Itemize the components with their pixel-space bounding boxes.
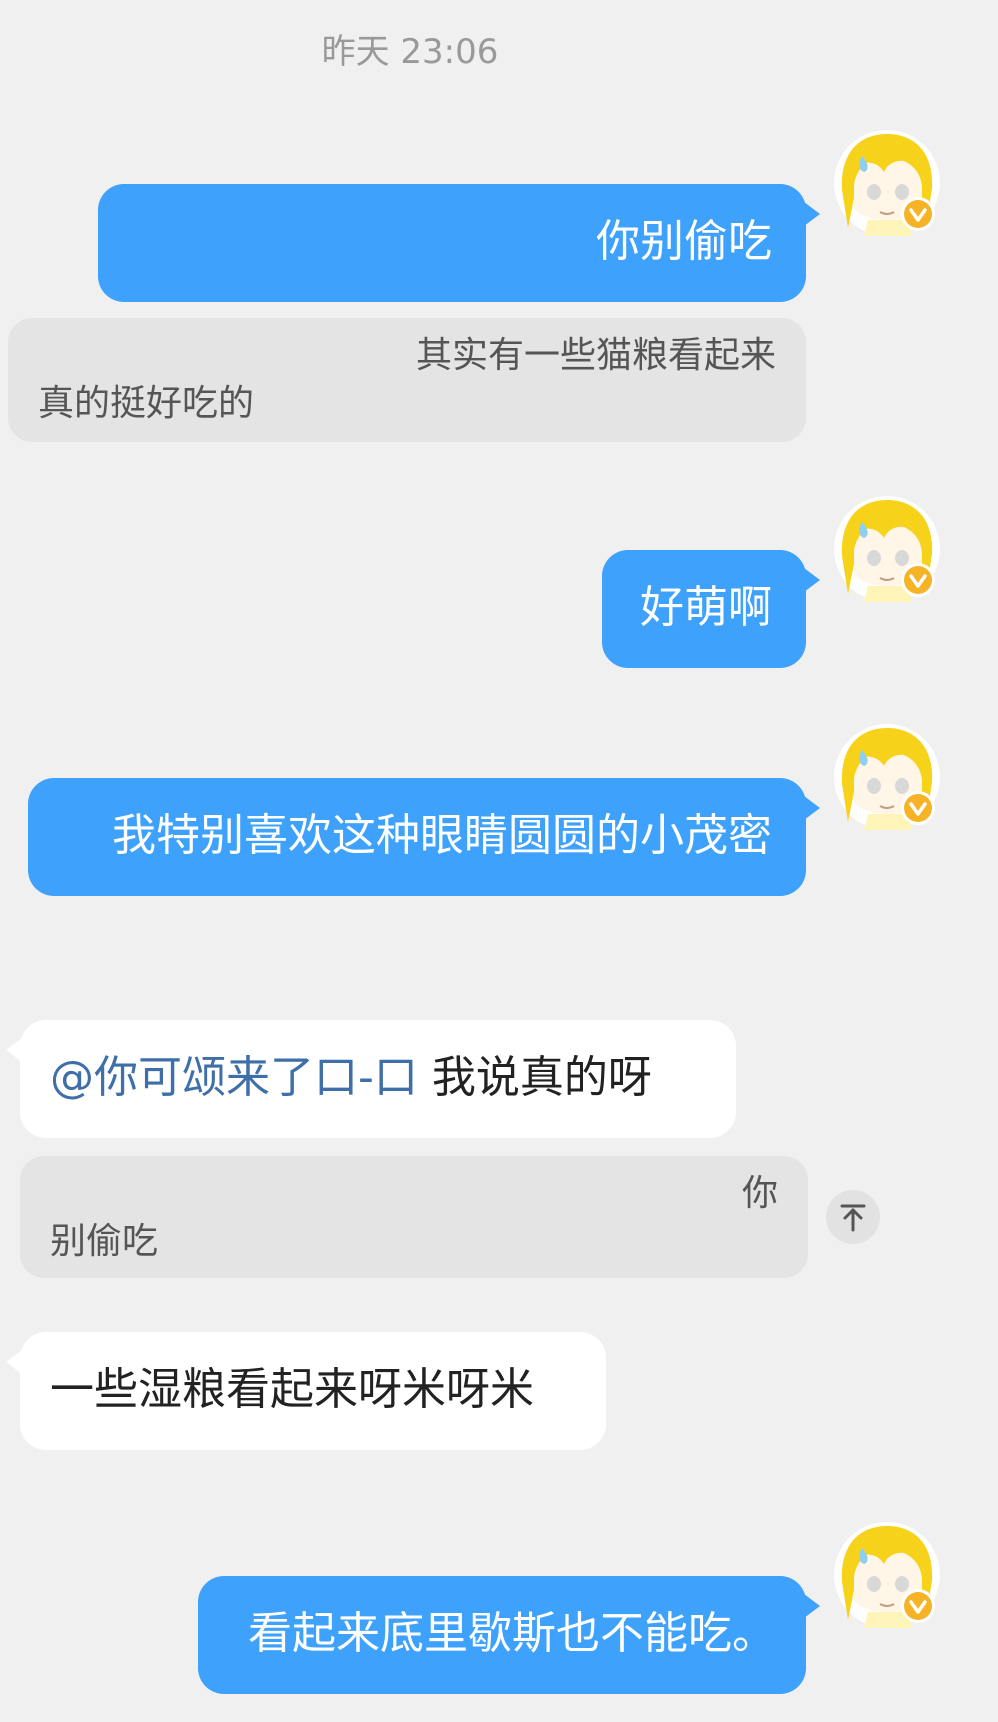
outgoing-message-bubble[interactable]: 看起来底里歇斯也不能吃。	[198, 1576, 820, 1694]
avatar-icon[interactable]	[832, 494, 942, 604]
message-text: 看起来底里歇斯也不能吃。	[248, 1608, 776, 1659]
avatar-icon[interactable]	[832, 1520, 942, 1630]
message-text: 好萌啊	[640, 582, 772, 633]
quoted-text-line: 你	[741, 1173, 778, 1214]
message-text: 我特别喜欢这种眼睛圆圆的小茂密	[112, 810, 772, 861]
avatar-icon[interactable]	[832, 722, 942, 832]
outgoing-message-bubble[interactable]: 我特别喜欢这种眼睛圆圆的小茂密	[28, 778, 820, 896]
outgoing-message-bubble[interactable]: 好萌啊	[602, 550, 820, 668]
message-text: 一些湿粮看起来呀米呀米	[50, 1364, 534, 1415]
quoted-text-line: 其实有一些猫粮看起来	[415, 335, 776, 376]
timestamp: 昨天 23:06	[321, 32, 499, 72]
scroll-to-top-button[interactable]	[826, 1190, 880, 1244]
avatar-icon[interactable]	[832, 128, 942, 238]
message-text: 你别偷吃	[596, 216, 772, 267]
quoted-message[interactable]: 你 别偷吃	[20, 1156, 808, 1278]
mention-link[interactable]: @你可颂来了口-口	[50, 1052, 418, 1103]
quoted-text-line: 别偷吃	[50, 1221, 159, 1262]
incoming-message-bubble[interactable]: @你可颂来了口-口 我说真的呀	[6, 1020, 736, 1138]
outgoing-message-bubble[interactable]: 你别偷吃	[98, 184, 820, 302]
arrow-up-icon	[840, 1204, 866, 1232]
quoted-text-line: 真的挺好吃的	[38, 383, 255, 424]
quoted-message[interactable]: 其实有一些猫粮看起来 真的挺好吃的	[8, 318, 806, 442]
incoming-message-bubble[interactable]: 一些湿粮看起来呀米呀米	[6, 1332, 606, 1450]
message-text: 我说真的呀	[431, 1052, 652, 1103]
